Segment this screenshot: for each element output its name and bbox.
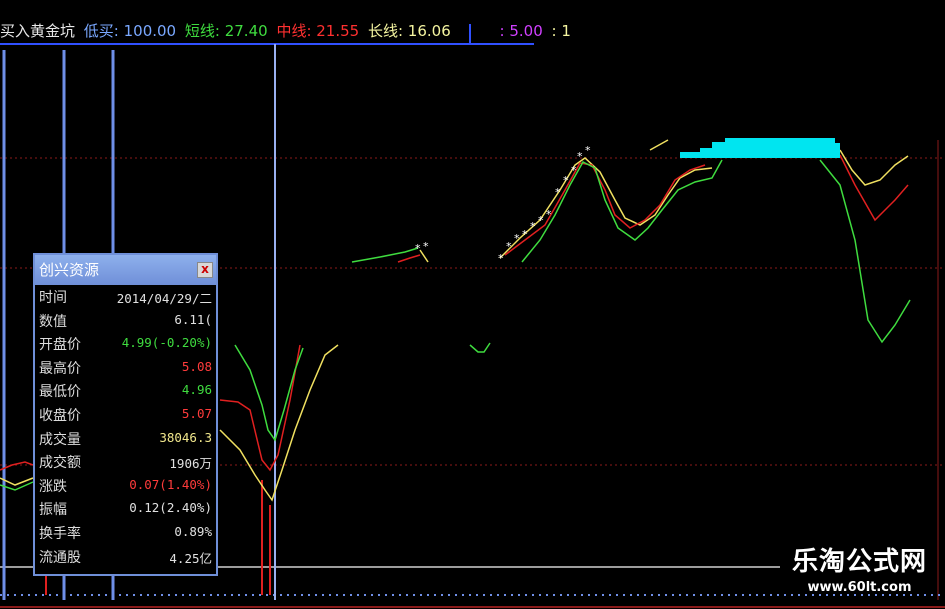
star-marker: * — [585, 144, 591, 157]
row-value: 38046.3 — [159, 429, 212, 445]
info-row-change: 涨跌 0.07(1.40%) — [35, 474, 216, 498]
row-label: 涨跌 — [39, 478, 67, 495]
row-label: 成交量 — [39, 431, 81, 448]
long-line-value: 长线: 16.06 — [367, 22, 451, 40]
info-row-close: 收盘价 5.07 — [35, 403, 216, 427]
info-row-turnover-amount: 成交额 1906万 — [35, 450, 216, 474]
long-line-segment — [649, 139, 669, 151]
mid-line-segment — [397, 254, 421, 263]
row-value: 5.07 — [181, 405, 212, 421]
mid-line-segment — [839, 154, 909, 222]
row-value: 4.99(-0.20%) — [121, 335, 212, 351]
info-row-volume: 成交量 38046.3 — [35, 427, 216, 451]
info-row-time: 时间 2014/04/29/二 — [35, 285, 216, 309]
star-marker: * — [522, 228, 528, 241]
row-label: 换手率 — [39, 525, 81, 542]
row-label: 成交额 — [39, 455, 81, 472]
row-value: 2014/04/29/二 — [116, 291, 212, 306]
star-marker: * — [530, 220, 536, 233]
mid-line-value: 中线: 21.55 — [276, 22, 360, 40]
row-label: 最高价 — [39, 360, 81, 377]
short-line-segment — [819, 159, 911, 344]
row-label: 振幅 — [39, 502, 67, 519]
long-line-segment — [499, 157, 713, 259]
row-value: 5.08 — [181, 358, 212, 374]
star-marker: * — [563, 174, 569, 187]
row-value: 0.07(1.40%) — [129, 476, 212, 492]
extra-value-2: : 1 — [551, 22, 571, 40]
stock-name: 创兴资源 — [39, 261, 100, 279]
low-buy-value: 低买: 100.00 — [83, 22, 177, 40]
short-line-segment — [234, 344, 304, 442]
buy-star-markers: * * * * * * * * * * * * * * — [415, 144, 591, 265]
star-marker: * — [571, 164, 577, 177]
indicator-header: 买入黄金坑 低买: 100.00 短线: 27.40 中线: 21.55 长线:… — [0, 20, 575, 42]
star-marker: * — [498, 252, 504, 265]
row-value: 4.25亿 — [169, 550, 212, 566]
extra-value: : 5.00 — [499, 22, 543, 40]
site-watermark: 乐淘公式网 www.60lt.com — [792, 541, 927, 595]
star-marker: * — [546, 208, 552, 221]
star-marker: * — [415, 242, 421, 255]
short-line-segment — [351, 247, 419, 263]
star-marker: * — [538, 214, 544, 227]
row-value: 6.11( — [174, 311, 212, 327]
row-label: 流通股 — [39, 549, 81, 566]
info-row-float-shares: 流通股 4.25亿 — [35, 545, 216, 569]
stock-info-panel[interactable]: 创兴资源 x 时间 2014/04/29/二 数值 6.11( 开盘价 4.99… — [33, 253, 218, 576]
long-line-segment — [219, 344, 339, 502]
star-marker: * — [423, 240, 429, 253]
row-value: 0.12(2.40%) — [129, 500, 212, 516]
star-marker: * — [514, 232, 520, 245]
row-label: 收盘价 — [39, 407, 81, 424]
row-value: 4.96 — [181, 382, 212, 398]
row-label: 开盘价 — [39, 337, 81, 354]
row-label: 时间 — [39, 290, 67, 306]
watermark-url: www.60lt.com — [807, 580, 912, 595]
info-row-low: 最低价 4.96 — [35, 379, 216, 403]
star-marker: * — [555, 186, 561, 199]
cyan-signal-band — [680, 138, 840, 158]
short-line-value: 短线: 27.40 — [184, 22, 268, 40]
short-line-segment — [521, 159, 723, 263]
info-row-turnover-rate: 换手率 0.89% — [35, 521, 216, 545]
info-row-open: 开盘价 4.99(-0.20%) — [35, 332, 216, 356]
indicator-title: 买入黄金坑 — [0, 22, 76, 40]
mid-line-segment — [504, 162, 706, 256]
short-line-segment — [469, 342, 491, 353]
row-value: 1906万 — [169, 456, 212, 472]
close-icon[interactable]: x — [197, 262, 213, 278]
row-value: 0.89% — [174, 523, 212, 539]
row-label: 最低价 — [39, 384, 81, 401]
watermark-text: 乐淘公式网 — [791, 547, 927, 577]
star-marker: * — [506, 240, 512, 253]
info-row-value: 数值 6.11( — [35, 309, 216, 333]
row-label: 数值 — [39, 313, 67, 330]
long-line-segment — [839, 149, 909, 186]
panel-title-bar[interactable]: 创兴资源 x — [35, 255, 216, 285]
info-row-amplitude: 振幅 0.12(2.40%) — [35, 497, 216, 521]
star-marker: * — [577, 150, 583, 163]
info-row-high: 最高价 5.08 — [35, 356, 216, 380]
